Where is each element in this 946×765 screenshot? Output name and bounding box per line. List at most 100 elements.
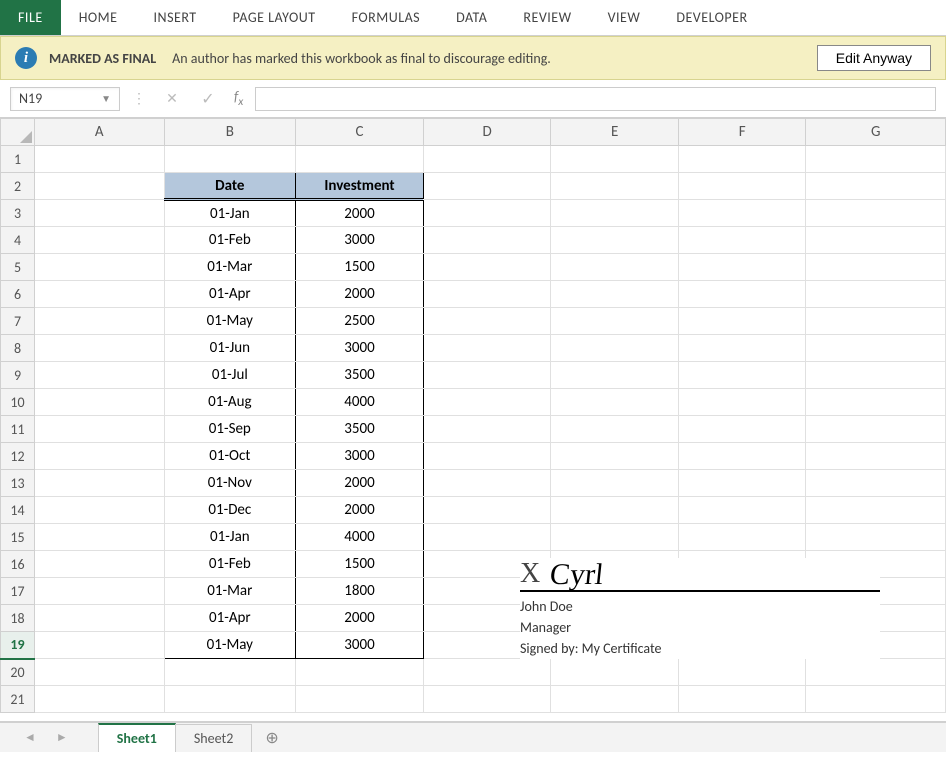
cell-c12[interactable]: 3000 [296,443,424,470]
cell-g15[interactable] [806,524,946,551]
cell-d3[interactable] [423,200,551,227]
cell-f20[interactable] [678,659,806,686]
col-head-a[interactable]: A [35,119,165,146]
cell-f5[interactable] [678,254,806,281]
cell-f13[interactable] [678,470,806,497]
tab-review[interactable]: REVIEW [505,0,589,35]
row-head-7[interactable]: 7 [1,308,35,335]
cell-d14[interactable] [423,497,551,524]
cell-f3[interactable] [678,200,806,227]
cell-g5[interactable] [806,254,946,281]
cell-a1[interactable] [35,146,165,173]
cell-b8[interactable]: 01-Jun [164,335,296,362]
cell-a21[interactable] [35,686,165,713]
cell-c19[interactable]: 3000 [296,632,424,659]
cell-g7[interactable] [806,308,946,335]
accept-formula-button[interactable]: ✓ [194,87,222,111]
cell-d21[interactable] [423,686,551,713]
cell-c21[interactable] [296,686,424,713]
cell-c4[interactable]: 3000 [296,227,424,254]
cell-d5[interactable] [423,254,551,281]
cell-a5[interactable] [35,254,165,281]
cell-e5[interactable] [551,254,679,281]
cell-b11[interactable]: 01-Sep [164,416,296,443]
cell-f12[interactable] [678,443,806,470]
cell-a11[interactable] [35,416,165,443]
row-head-5[interactable]: 5 [1,254,35,281]
cell-a19[interactable] [35,632,165,659]
cell-a2[interactable] [35,173,165,200]
row-head-12[interactable]: 12 [1,443,35,470]
row-head-1[interactable]: 1 [1,146,35,173]
row-head-15[interactable]: 15 [1,524,35,551]
cell-c13[interactable]: 2000 [296,470,424,497]
cell-a15[interactable] [35,524,165,551]
cell-g8[interactable] [806,335,946,362]
cell-b15[interactable]: 01-Jan [164,524,296,551]
cell-g2[interactable] [806,173,946,200]
cell-a8[interactable] [35,335,165,362]
signature-box[interactable]: X Cyrl John Doe Manager Signed by: My Ce… [520,558,880,659]
cell-a12[interactable] [35,443,165,470]
cell-f15[interactable] [678,524,806,551]
row-head-13[interactable]: 13 [1,470,35,497]
fx-icon[interactable]: fx [230,88,247,109]
cell-b14[interactable]: 01-Dec [164,497,296,524]
cell-b10[interactable]: 01-Aug [164,389,296,416]
cell-g3[interactable] [806,200,946,227]
cell-d10[interactable] [423,389,551,416]
cell-c10[interactable]: 4000 [296,389,424,416]
cell-g12[interactable] [806,443,946,470]
cell-e21[interactable] [551,686,679,713]
cell-a3[interactable] [35,200,165,227]
cell-f21[interactable] [678,686,806,713]
cell-e12[interactable] [551,443,679,470]
col-head-g[interactable]: G [806,119,946,146]
cell-d9[interactable] [423,362,551,389]
cell-b12[interactable]: 01-Oct [164,443,296,470]
cell-f10[interactable] [678,389,806,416]
cell-d12[interactable] [423,443,551,470]
row-head-4[interactable]: 4 [1,227,35,254]
col-head-e[interactable]: E [551,119,679,146]
cell-c14[interactable]: 2000 [296,497,424,524]
cell-b21[interactable] [164,686,296,713]
cell-c8[interactable]: 3000 [296,335,424,362]
cell-g4[interactable] [806,227,946,254]
cell-a4[interactable] [35,227,165,254]
tab-page-layout[interactable]: PAGE LAYOUT [215,0,334,35]
cell-f7[interactable] [678,308,806,335]
row-head-14[interactable]: 14 [1,497,35,524]
cell-d2[interactable] [423,173,551,200]
cell-a6[interactable] [35,281,165,308]
cell-d6[interactable] [423,281,551,308]
cell-c18[interactable]: 2000 [296,605,424,632]
row-head-11[interactable]: 11 [1,416,35,443]
cell-f8[interactable] [678,335,806,362]
edit-anyway-button[interactable]: Edit Anyway [817,45,931,71]
cell-b9[interactable]: 01-Jul [164,362,296,389]
cell-g11[interactable] [806,416,946,443]
cell-a13[interactable] [35,470,165,497]
cell-e8[interactable] [551,335,679,362]
cell-d15[interactable] [423,524,551,551]
name-box[interactable]: N19 ▼ [10,87,120,111]
row-head-21[interactable]: 21 [1,686,35,713]
cell-e14[interactable] [551,497,679,524]
cell-f11[interactable] [678,416,806,443]
col-head-d[interactable]: D [423,119,551,146]
cell-e11[interactable] [551,416,679,443]
cell-b5[interactable]: 01-Mar [164,254,296,281]
cell-b18[interactable]: 01-Apr [164,605,296,632]
cell-c11[interactable]: 3500 [296,416,424,443]
cell-b4[interactable]: 01-Feb [164,227,296,254]
tab-formulas[interactable]: FORMULAS [334,0,439,35]
cell-e6[interactable] [551,281,679,308]
cell-d7[interactable] [423,308,551,335]
cell-f14[interactable] [678,497,806,524]
cell-e13[interactable] [551,470,679,497]
cell-b6[interactable]: 01-Apr [164,281,296,308]
cell-a20[interactable] [35,659,165,686]
cell-a7[interactable] [35,308,165,335]
cell-f6[interactable] [678,281,806,308]
